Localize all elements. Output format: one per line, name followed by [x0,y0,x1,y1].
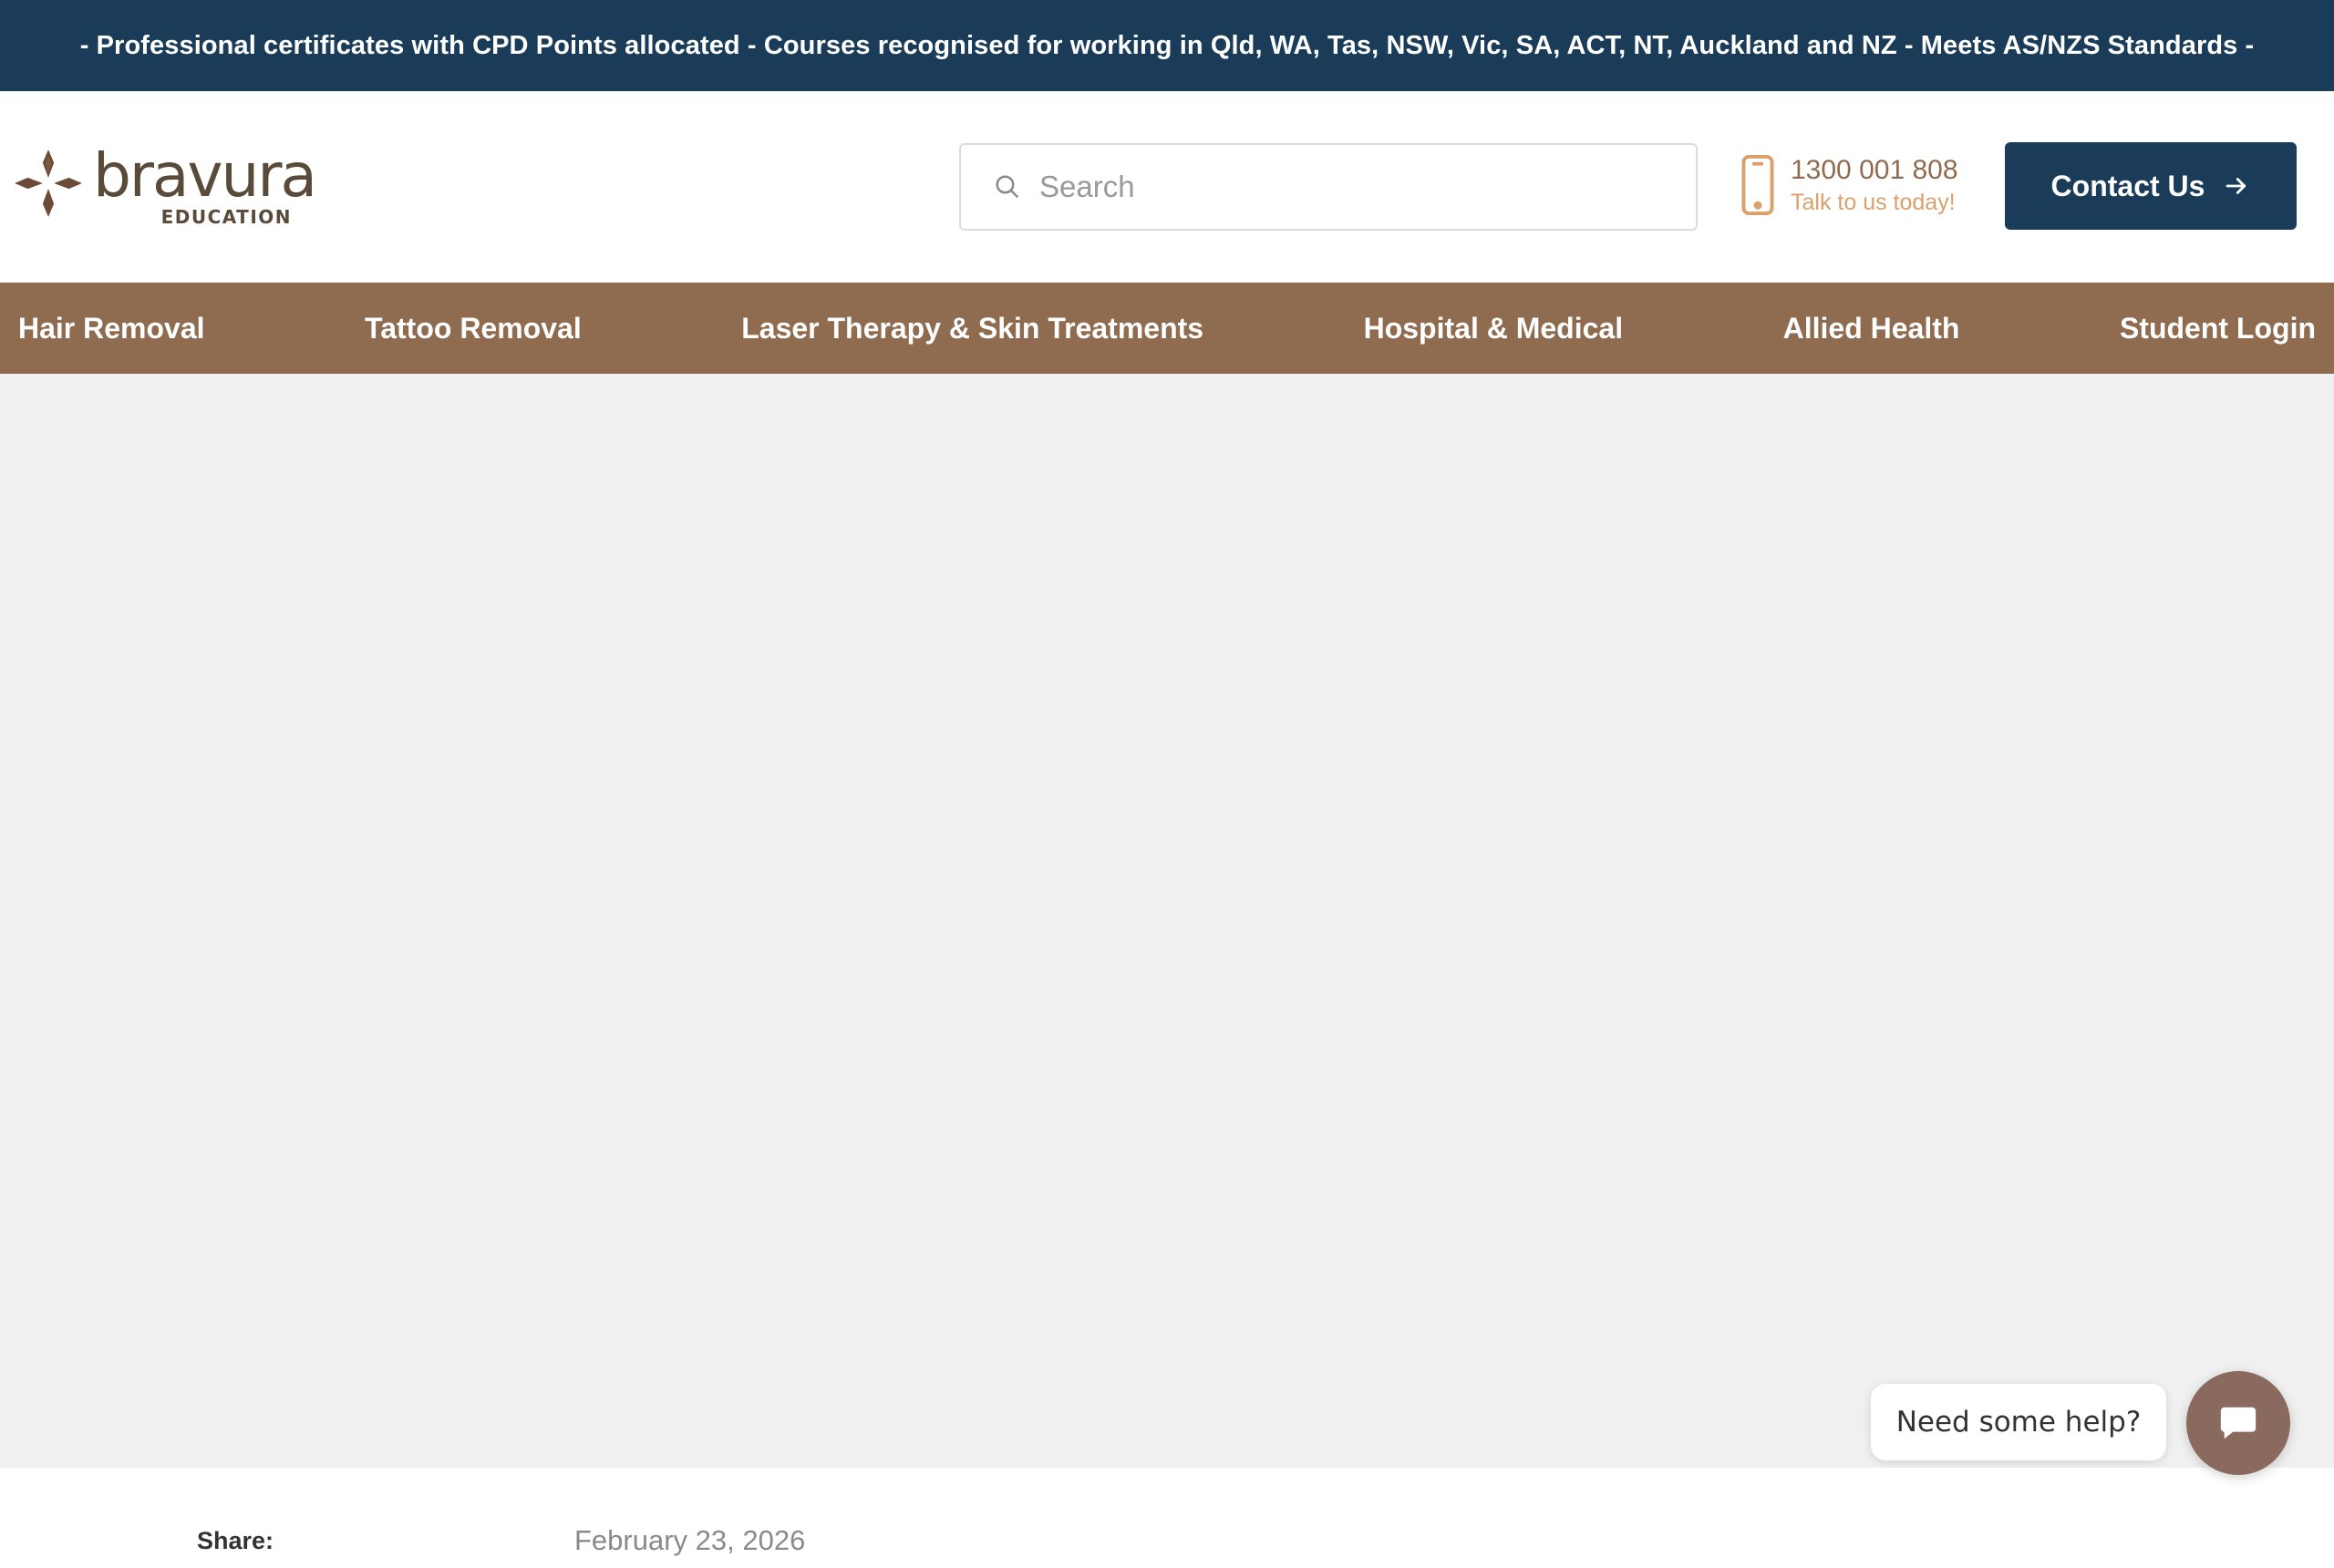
hero-image-placeholder [0,374,2334,1468]
phone-contact[interactable]: 1300 001 808 Talk to us today! [1740,153,1958,217]
main-nav: Hair Removal Tattoo Removal Laser Therap… [0,283,2334,374]
logo-subtitle: EDUCATION [160,206,292,228]
logo-link[interactable]: bravura EDUCATION [11,140,317,228]
chat-bubble-icon [2220,1407,2257,1439]
contact-us-button[interactable]: Contact Us [2005,142,2297,230]
chat-button[interactable] [2186,1371,2290,1475]
nav-item-hospital-medical[interactable]: Hospital & Medical [1364,312,1624,346]
help-prompt-text: Need some help? [1895,1406,2142,1439]
nav-item-allied-health[interactable]: Allied Health [1783,312,1960,346]
share-label: Share: [197,1527,274,1554]
phone-tagline: Talk to us today! [1791,190,1956,215]
nav-item-laser-therapy[interactable]: Laser Therapy & Skin Treatments [741,312,1203,346]
nav-item-tattoo-removal[interactable]: Tattoo Removal [365,312,582,346]
arrow-right-icon [2226,178,2246,194]
post-date: February 23, 2026 [574,1524,806,1556]
phone-number[interactable]: 1300 001 808 [1791,153,1958,188]
nav-item-hair-removal[interactable]: Hair Removal [18,312,205,346]
search-box[interactable] [959,143,1698,231]
contact-us-label: Contact Us [2050,169,2205,202]
bravura-logo-mark-icon [15,150,82,217]
site-header: bravura EDUCATION 1300 001 808 Talk to u… [0,91,2334,283]
nav-item-student-login[interactable]: Student Login [2120,312,2316,346]
help-prompt[interactable]: Need some help? [1871,1384,2166,1460]
mobile-phone-icon [1741,155,1774,215]
announcement-text: - Professional certificates with CPD Poi… [79,30,2255,60]
search-icon [996,175,1019,199]
search-input[interactable] [1039,170,1659,204]
announcement-bar: - Professional certificates with CPD Poi… [0,0,2334,91]
logo-wordmark: bravura [93,140,317,211]
